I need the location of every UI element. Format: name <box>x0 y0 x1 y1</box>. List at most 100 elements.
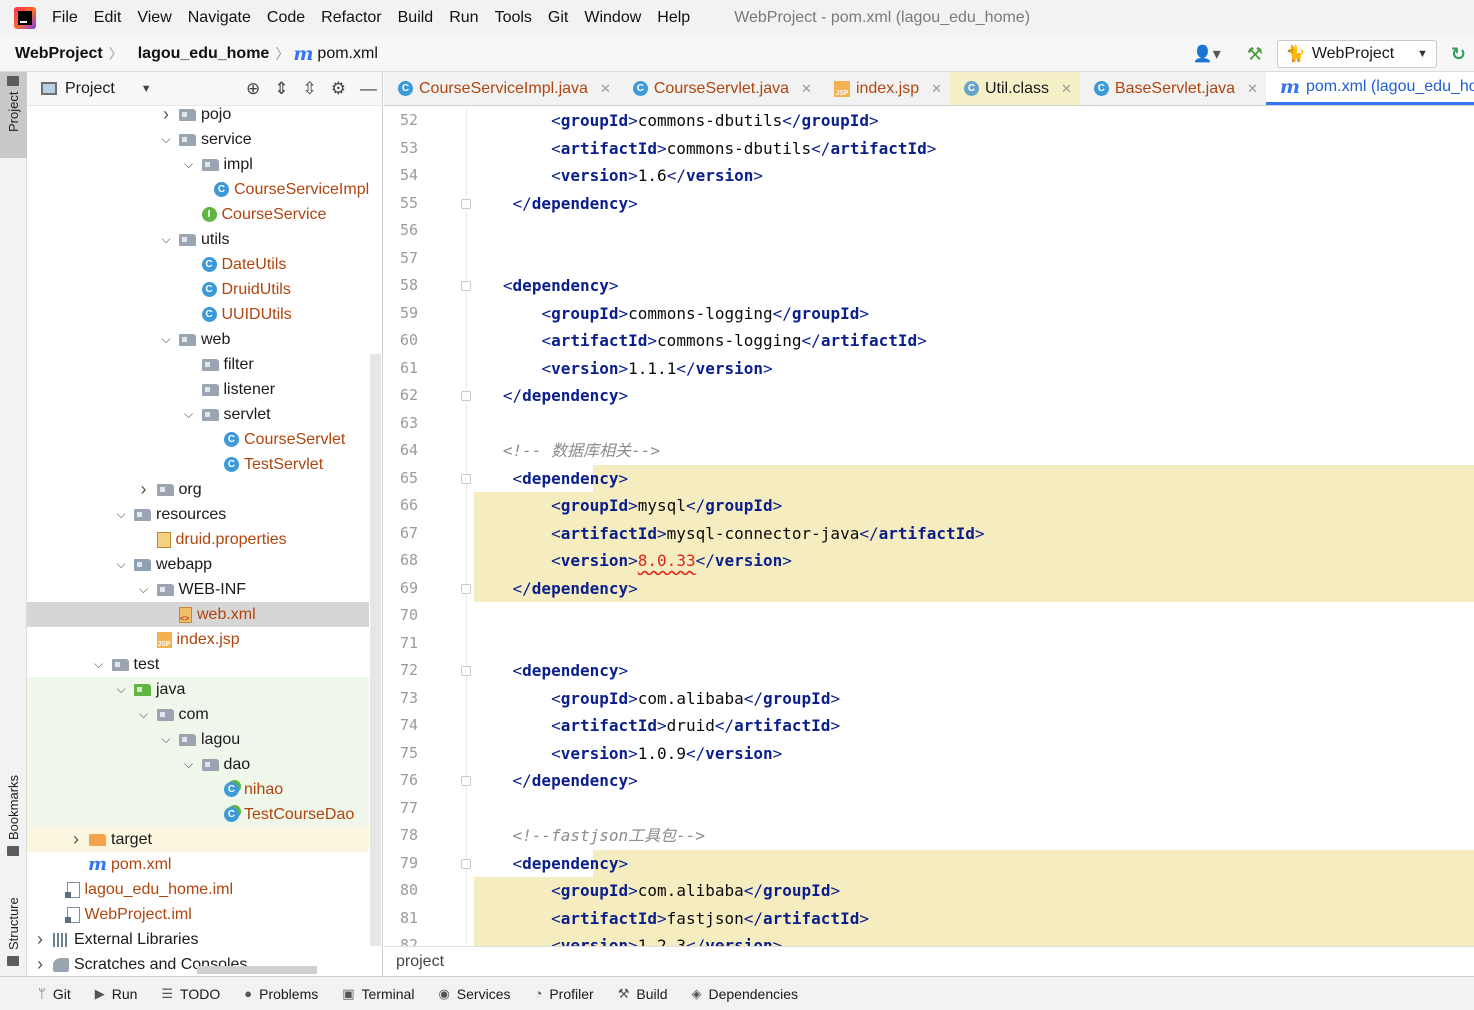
tool-window-git-button[interactable]: ᛘ Git <box>38 986 71 1002</box>
editor-tab[interactable]: mpom.xml (lagou_edu_home)✕ <box>1265 72 1474 105</box>
breadcrumb-module[interactable]: lagou_edu_home <box>123 45 270 63</box>
tool-window-profiler-button[interactable]: ◔ Profiler <box>534 986 593 1002</box>
collapse-all-icon[interactable]: ⇳ <box>303 79 317 99</box>
tree-node[interactable]: ·JSPindex.jsp <box>27 627 369 652</box>
menu-edit[interactable]: Edit <box>94 9 122 27</box>
tree-node[interactable]: ·druid.properties <box>27 527 369 552</box>
editor-tab[interactable]: C CourseServiceImpl.java ✕ <box>384 72 619 105</box>
tree-node[interactable]: ·filter <box>27 352 369 377</box>
tree-node[interactable]: ·web.xml <box>27 602 369 627</box>
tree-node[interactable]: › External Libraries <box>27 927 369 952</box>
project-tool-tab[interactable]: Project <box>0 72 27 158</box>
menu-window[interactable]: Window <box>584 9 641 27</box>
chevron-right-icon[interactable]: › <box>69 829 83 850</box>
tree-node[interactable]: ⌵ servlet <box>27 402 369 427</box>
tree-node[interactable]: ⌵ resources <box>27 502 369 527</box>
chevron-down-icon[interactable]: ⌵ <box>137 707 151 722</box>
fold-marker-icon[interactable] <box>461 858 471 869</box>
tool-window-terminal-button[interactable]: ▣ Terminal <box>342 986 414 1002</box>
tree-node[interactable]: ·CTestServlet <box>27 452 369 477</box>
tree-node[interactable]: ⌵ webapp <box>27 552 369 577</box>
chevron-down-icon[interactable]: ⌵ <box>182 757 196 772</box>
menu-code[interactable]: Code <box>267 9 305 27</box>
tree-node[interactable]: ·listener <box>27 377 369 402</box>
menu-build[interactable]: Build <box>398 9 434 27</box>
editor-tab[interactable]: JSP index.jsp ✕ <box>820 72 950 105</box>
project-horizontal-scrollbar[interactable] <box>197 966 317 974</box>
tree-node[interactable]: ⌵ utils <box>27 227 369 252</box>
tree-node[interactable]: ·CDateUtils <box>27 252 369 277</box>
close-tab-icon[interactable]: ✕ <box>1247 81 1258 97</box>
chevron-right-icon[interactable]: › <box>159 104 173 125</box>
tool-window-dependencies-button[interactable]: ◈ Dependencies <box>692 986 799 1002</box>
chevron-right-icon[interactable]: › <box>137 479 151 500</box>
tool-window-problems-button[interactable]: ● Problems <box>244 986 318 1002</box>
build-hammer-icon[interactable]: ⚒ <box>1247 44 1263 65</box>
fold-marker-icon[interactable] <box>461 281 471 291</box>
fold-marker-icon[interactable] <box>461 473 471 484</box>
tree-node[interactable]: ⌵ test <box>27 652 369 677</box>
chevron-down-icon[interactable]: ⌵ <box>114 557 128 572</box>
settings-gear-icon[interactable]: ⚙ <box>331 79 346 99</box>
chevron-down-icon[interactable]: ⌵ <box>159 132 173 147</box>
fold-marker-icon[interactable] <box>461 776 471 786</box>
tree-node[interactable]: ⌵ impl <box>27 152 369 177</box>
run-configuration-select[interactable]: 🐈 WebProject ▼ <box>1276 40 1437 68</box>
chevron-down-icon[interactable]: ⌵ <box>92 657 106 672</box>
menu-git[interactable]: Git <box>548 9 568 27</box>
chevron-right-icon[interactable]: › <box>33 954 47 975</box>
chevron-down-icon[interactable]: ▼ <box>141 83 152 95</box>
close-tab-icon[interactable]: ✕ <box>600 81 611 97</box>
tool-window-services-button[interactable]: ◉ Services <box>438 986 510 1002</box>
menu-refactor[interactable]: Refactor <box>321 9 381 27</box>
tree-node[interactable]: ⌵ service <box>27 127 369 152</box>
tree-node[interactable]: ⌵ WEB-INF <box>27 577 369 602</box>
tree-node[interactable]: ·CDruidUtils <box>27 277 369 302</box>
chevron-down-icon[interactable]: ⌵ <box>159 332 173 347</box>
breadcrumb-file[interactable]: m pom.xml <box>293 43 378 65</box>
tree-node[interactable]: ·CTestCourseDao <box>27 802 369 827</box>
tree-node[interactable]: ⌵ java <box>27 677 369 702</box>
breadcrumb-project[interactable]: WebProject <box>0 45 103 63</box>
menu-file[interactable]: File <box>52 9 78 27</box>
chevron-right-icon[interactable]: › <box>33 929 47 950</box>
chevron-down-icon[interactable]: ⌵ <box>137 582 151 597</box>
tool-window-run-button[interactable]: ▶ Run <box>95 986 138 1002</box>
tree-node[interactable]: ·CCourseServlet <box>27 427 369 452</box>
rerun-icon[interactable]: ↻ <box>1451 44 1466 65</box>
tree-node[interactable]: ⌵ lagou <box>27 727 369 752</box>
hide-panel-icon[interactable]: — <box>360 79 377 99</box>
fold-marker-icon[interactable] <box>461 583 471 594</box>
tree-node[interactable]: ·CCourseServiceImpl <box>27 177 369 202</box>
tool-window-build-button[interactable]: ⚒ Build <box>618 986 668 1002</box>
chevron-down-icon[interactable]: ⌵ <box>159 232 173 247</box>
tree-node[interactable]: ⌵ com <box>27 702 369 727</box>
close-tab-icon[interactable]: ✕ <box>931 81 942 97</box>
chevron-down-icon[interactable]: ⌵ <box>114 682 128 697</box>
tree-node[interactable]: ·CUUIDUtils <box>27 302 369 327</box>
locate-file-icon[interactable]: ⊕ <box>246 79 260 99</box>
project-vertical-scrollbar[interactable] <box>370 354 381 946</box>
tree-node[interactable]: ·ICourseService <box>27 202 369 227</box>
tree-node[interactable]: ·lagou_edu_home.iml <box>27 877 369 902</box>
chevron-down-icon[interactable]: ⌵ <box>114 507 128 522</box>
menu-run[interactable]: Run <box>449 9 478 27</box>
close-tab-icon[interactable]: ✕ <box>801 81 812 97</box>
fold-marker-icon[interactable] <box>461 198 471 209</box>
tree-node[interactable]: ·Cnihao <box>27 777 369 802</box>
tree-node[interactable]: ·WebProject.iml <box>27 902 369 927</box>
structure-tool-tab[interactable]: Structure <box>0 878 27 970</box>
chevron-down-icon[interactable]: ⌵ <box>182 157 196 172</box>
tool-window-todo-button[interactable]: ☰ TODO <box>161 986 220 1002</box>
bookmarks-tool-tab[interactable]: Bookmarks <box>0 760 27 860</box>
chevron-down-icon[interactable]: ⌵ <box>159 732 173 747</box>
expand-all-icon[interactable]: ⇕ <box>274 79 288 99</box>
close-tab-icon[interactable]: ✕ <box>1061 81 1072 97</box>
user-account-icon[interactable]: 👤▾ <box>1193 44 1221 64</box>
tree-node[interactable]: ⌵ dao <box>27 752 369 777</box>
tree-node[interactable]: ·mpom.xml <box>27 852 369 877</box>
menu-help[interactable]: Help <box>657 9 690 27</box>
editor-breadcrumb-item[interactable]: project <box>396 953 444 971</box>
fold-marker-icon[interactable] <box>461 391 471 401</box>
tree-node[interactable]: ⌵ web <box>27 327 369 352</box>
